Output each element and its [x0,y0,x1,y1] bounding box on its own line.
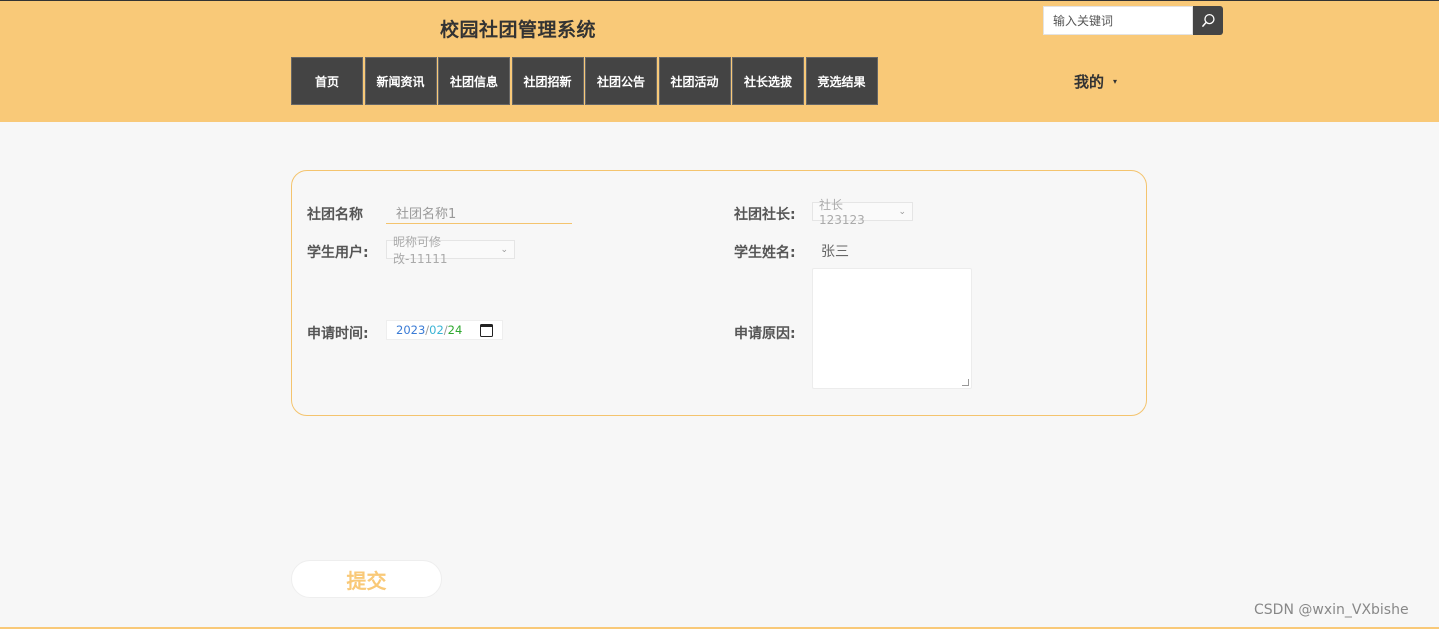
watermark: CSDN @wxin_VXbishe [1254,602,1409,618]
apply-reason-label: 申请原因: [734,326,796,342]
date-day: 24 [447,323,463,337]
date-year: 2023 [396,323,426,337]
nav-home[interactable]: 首页 [291,57,363,105]
mine-label: 我的 [1074,73,1105,91]
club-leader-value: 社长 123123 [819,198,865,227]
calendar-icon[interactable] [480,323,493,337]
site-title: 校园社团管理系统 [440,19,597,41]
chevron-down-icon: ⌄ [500,244,508,255]
student-user-select[interactable]: 昵称可修改-11111 ⌄ [386,235,515,266]
main-nav: 首页 新闻资讯 社团信息 社团招新 社团公告 社团活动 社长选拔 竞选结果 [291,57,879,105]
club-leader-label: 社团社长: [734,207,796,223]
mine-dropdown[interactable]: 我的 ▾ [1074,71,1117,92]
apply-reason-textarea[interactable] [812,268,972,389]
student-name-label: 学生姓名: [734,245,796,261]
search-button[interactable] [1193,6,1223,35]
student-user-value: 昵称可修改-11111 [393,234,448,266]
search-icon [1201,13,1215,27]
chevron-down-icon: ⌄ [898,206,906,217]
submit-button[interactable]: 提交 [291,560,442,598]
nav-leader-election[interactable]: 社长选拔 [732,57,804,105]
resize-grip-icon[interactable] [962,379,969,386]
nav-club-info[interactable]: 社团信息 [438,57,510,105]
chevron-down-icon: ▾ [1113,77,1118,86]
student-name-value: 张三 [821,244,849,260]
club-name-input[interactable] [386,201,572,224]
nav-club-notice[interactable]: 社团公告 [585,57,657,105]
apply-time-label: 申请时间: [307,326,369,342]
header: 校园社团管理系统 首页 新闻资讯 社团信息 社团招新 社团公告 社团活动 社长选… [0,0,1439,122]
club-leader-select[interactable]: 社长 123123 ⌄ [812,198,913,227]
apply-time-input[interactable]: 2023 / 02 / 24 [386,320,503,340]
nav-news[interactable]: 新闻资讯 [364,57,437,105]
date-month: 02 [429,323,444,337]
nav-election-result[interactable]: 竞选结果 [805,57,878,105]
nav-club-activity[interactable]: 社团活动 [658,57,731,105]
nav-club-recruit[interactable]: 社团招新 [511,57,584,105]
student-user-label: 学生用户: [307,245,369,261]
search-input[interactable] [1043,6,1193,35]
club-name-label: 社团名称 [307,207,363,223]
